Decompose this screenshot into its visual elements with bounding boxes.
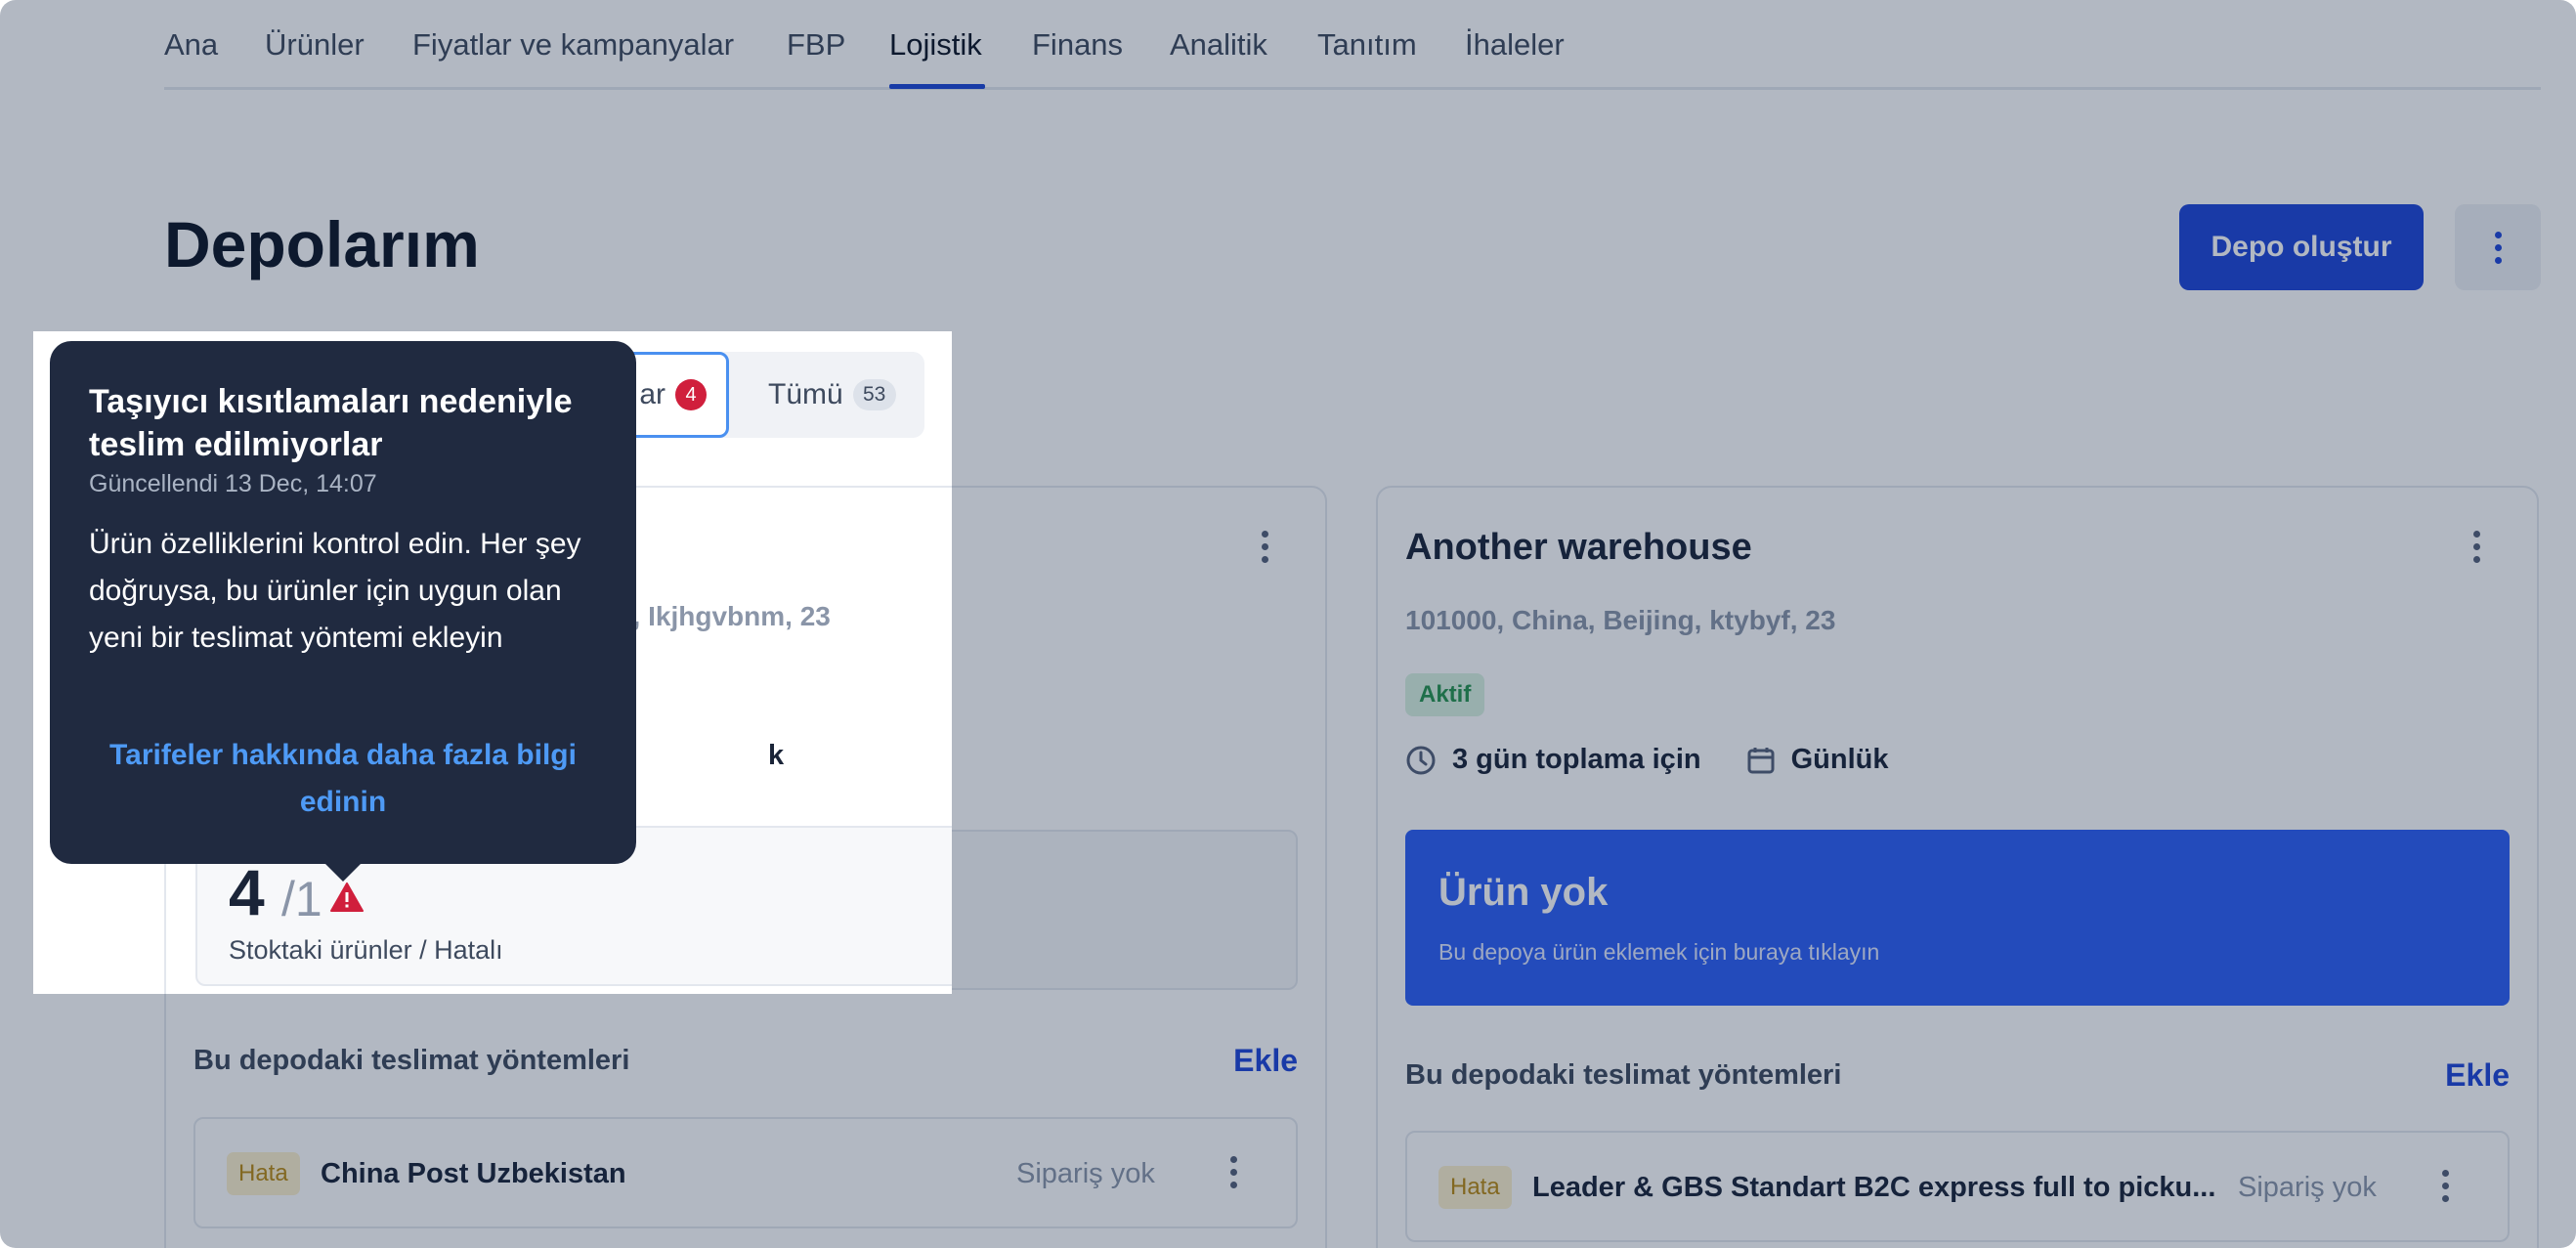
- stock-label: Stoktaki ürünler / Hatalı: [229, 935, 503, 965]
- delivery-row-menu-button[interactable]: [2442, 1170, 2449, 1202]
- delivery-row-menu-button[interactable]: [1230, 1156, 1237, 1188]
- warehouse-meta: 3 gün toplama için Günlük: [1405, 744, 1888, 776]
- create-warehouse-button[interactable]: Depo oluştur: [2179, 204, 2424, 290]
- tooltip-updated-time: Güncellendi 13 Dec, 14:07: [89, 470, 377, 497]
- problem-count-badge: 4: [675, 379, 707, 410]
- orders-status: Sipariş yok: [2238, 1172, 2377, 1203]
- vertical-dots-icon: [2494, 231, 2502, 264]
- orders-status: Sipariş yok: [1016, 1158, 1155, 1189]
- active-tab-indicator: [889, 84, 985, 89]
- tab-problems-label: ar: [639, 378, 665, 410]
- top-navigation: Ana Ürünler Fiyatlar ve kampanyalar FBP …: [164, 0, 2541, 90]
- vertical-dots-icon: [1262, 531, 1268, 563]
- tab-all-label: Tümü: [768, 378, 843, 410]
- empty-title: Ürün yok: [1438, 871, 1609, 914]
- vertical-dots-icon: [1230, 1156, 1237, 1188]
- delivery-method-name: Leader & GBS Standart B2C express full t…: [1532, 1172, 2216, 1203]
- clock-icon: [1406, 746, 1436, 774]
- nav-item-tanitim[interactable]: Tanıtım: [1317, 27, 1417, 63]
- status-badge: Hata: [1438, 1166, 1512, 1209]
- delivery-methods-title: Bu depodaki teslimat yöntemleri: [193, 1045, 630, 1076]
- add-delivery-method-link[interactable]: Ekle: [2445, 1057, 2510, 1094]
- stock-count: 4: [229, 856, 265, 928]
- calendar-icon: [1747, 747, 1775, 773]
- vertical-dots-icon: [2442, 1170, 2449, 1202]
- add-delivery-method-link[interactable]: Ekle: [1233, 1043, 1298, 1079]
- status-badge: Aktif: [1405, 673, 1485, 716]
- app-root: Ana Ürünler Fiyatlar ve kampanyalar FBP …: [0, 0, 2576, 1248]
- warning-icon[interactable]: [330, 882, 364, 917]
- warehouse-menu-button[interactable]: [1262, 531, 1268, 563]
- delivery-methods-title: Bu depodaki teslimat yöntemleri: [1405, 1059, 1842, 1091]
- delivery-method-row[interactable]: Hata China Post Uzbekistan Sipariş yok: [193, 1117, 1298, 1228]
- schedule-label: k: [768, 740, 785, 771]
- warehouse-menu-button[interactable]: [2473, 531, 2480, 563]
- tooltip-title: Taşıyıcı kısıtlamaları nedeniyle teslim …: [89, 383, 573, 463]
- add-products-banner[interactable]: Ürün yok Bu depoya ürün eklemek için bur…: [1405, 830, 2510, 1006]
- page-title: Depolarım: [164, 208, 480, 280]
- nav-item-finans[interactable]: Finans: [1032, 27, 1123, 63]
- warehouse-card: Another warehouse 101000, China, Beijing…: [1376, 486, 2539, 1248]
- status-badge: Hata: [227, 1152, 300, 1195]
- nav-item-analitik[interactable]: Analitik: [1170, 27, 1267, 63]
- nav-item-ihaleler[interactable]: İhaleler: [1465, 27, 1565, 63]
- nav-item-lojistik[interactable]: Lojistik: [889, 27, 982, 63]
- tab-all[interactable]: Tümü 53: [768, 352, 896, 438]
- all-count-badge: 53: [852, 379, 896, 410]
- nav-item-fbp[interactable]: FBP: [787, 27, 845, 63]
- nav-item-fiyatlar[interactable]: Fiyatlar ve kampanyalar: [412, 27, 734, 63]
- nav-item-urunler[interactable]: Ürünler: [265, 27, 365, 63]
- delivery-method-name: China Post Uzbekistan: [321, 1158, 626, 1189]
- more-options-button[interactable]: [2455, 204, 2541, 290]
- picking-time-label: 3 gün toplama için: [1452, 744, 1701, 775]
- tariffs-info-link[interactable]: Tarifeler hakkında daha fazla bilgi edin…: [89, 732, 597, 826]
- delivery-method-row[interactable]: Hata Leader & GBS Standart B2C express f…: [1405, 1131, 2510, 1242]
- delivery-warning-tooltip: Taşıyıcı kısıtlamaları nedeniyle teslim …: [50, 341, 636, 882]
- nav-item-ana[interactable]: Ana: [164, 27, 218, 63]
- error-count: /1: [281, 872, 322, 926]
- empty-subtitle: Bu depoya ürün eklemek için buraya tıkla…: [1438, 939, 1880, 965]
- warehouse-title: Another warehouse: [1405, 527, 1752, 568]
- vertical-dots-icon: [2473, 531, 2480, 563]
- schedule-label: Günlük: [1790, 744, 1889, 775]
- tooltip-body: Ürün özelliklerini kontrol edin. Her şey…: [89, 528, 581, 654]
- warehouse-address: 101000, China, Beijing, ktybyf, 23: [1405, 605, 1836, 635]
